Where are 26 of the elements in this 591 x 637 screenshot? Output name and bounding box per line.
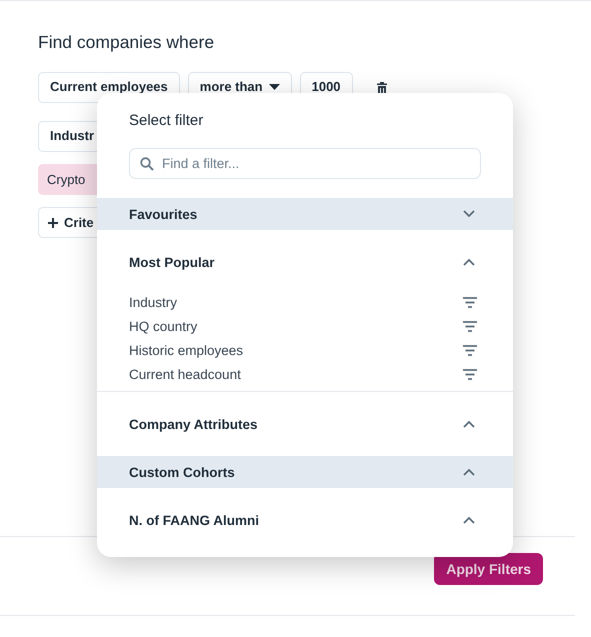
plus-icon: [48, 218, 58, 228]
filter-icon: [463, 320, 477, 332]
filter-option[interactable]: Current headcount: [129, 366, 241, 382]
filter-icon: [463, 296, 477, 308]
chevron-up-icon[interactable]: [463, 420, 475, 428]
popup-title: Select filter: [128, 111, 204, 131]
filter-icon: [463, 344, 477, 356]
page-heading: Find companies where: [38, 31, 216, 53]
filter-option[interactable]: HQ country: [129, 318, 198, 334]
filter-icon: [463, 368, 477, 380]
search-icon: [140, 157, 154, 171]
filter-option[interactable]: Historic employees: [129, 342, 244, 358]
search-field[interactable]: Find a filter...: [129, 148, 481, 179]
trash-icon[interactable]: [376, 82, 387, 94]
section-header[interactable]: N. of FAANG Alumni: [97, 504, 513, 536]
chevron-up-icon[interactable]: [463, 258, 475, 266]
section-header[interactable]: Most Popular: [97, 246, 513, 278]
section-header[interactable]: Custom Cohorts: [97, 456, 513, 488]
chevron-up-icon[interactable]: [463, 516, 475, 524]
chevron-up-icon[interactable]: [463, 468, 475, 476]
caret-icon: [268, 84, 280, 90]
chevron-down-icon[interactable]: [463, 210, 475, 218]
apply-filters-button[interactable]: Apply Filters: [434, 553, 543, 585]
section-header[interactable]: Favourites: [97, 198, 513, 230]
section-header[interactable]: Company Attributes: [97, 408, 513, 440]
filter-option[interactable]: Industry: [129, 294, 178, 310]
